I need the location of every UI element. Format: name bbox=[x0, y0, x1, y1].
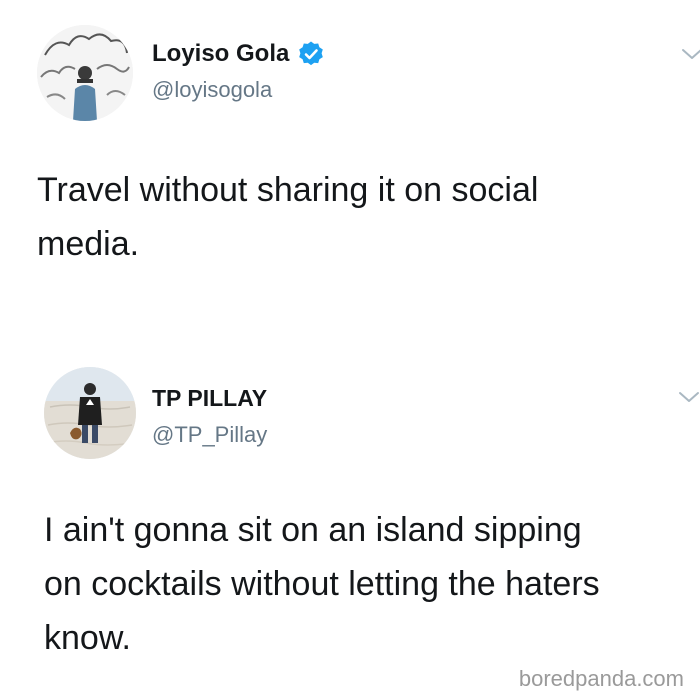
display-name[interactable]: TP PILLAY bbox=[152, 384, 267, 412]
avatar[interactable] bbox=[37, 25, 133, 121]
tweet-text-line: I ain't gonna sit on an island sipping bbox=[44, 511, 582, 549]
tweet-text-line: Travel without sharing it on social bbox=[37, 171, 539, 209]
tweet-text: Travel without sharing it on social medi… bbox=[37, 163, 538, 271]
handle[interactable]: @TP_Pillay bbox=[152, 422, 267, 448]
verified-badge-icon bbox=[297, 40, 325, 68]
handle[interactable]: @loyisogola bbox=[152, 77, 272, 103]
tweet-tp-pillay: TP PILLAY @TP_Pillay I ain't gonna sit o… bbox=[0, 345, 700, 700]
chevron-down-icon[interactable] bbox=[677, 389, 700, 405]
chevron-down-icon[interactable] bbox=[680, 46, 700, 62]
avatar-image bbox=[44, 367, 136, 459]
tweet-text-line: know. bbox=[44, 619, 131, 657]
tweet-text: I ain't gonna sit on an island sipping o… bbox=[44, 503, 600, 665]
tweet-loyiso-gola: Loyiso Gola @loyisogola Travel without s… bbox=[0, 0, 700, 345]
avatar[interactable] bbox=[44, 367, 136, 459]
author-row: Loyiso Gola bbox=[152, 40, 325, 68]
watermark: boredpanda.com bbox=[518, 666, 684, 691]
tweet-text-line: on cocktails without letting the haters bbox=[44, 565, 600, 603]
tweet-text-line: media. bbox=[37, 225, 140, 263]
display-name[interactable]: Loyiso Gola bbox=[152, 40, 289, 68]
author-row: TP PILLAY bbox=[152, 384, 267, 412]
avatar-image bbox=[37, 25, 133, 121]
